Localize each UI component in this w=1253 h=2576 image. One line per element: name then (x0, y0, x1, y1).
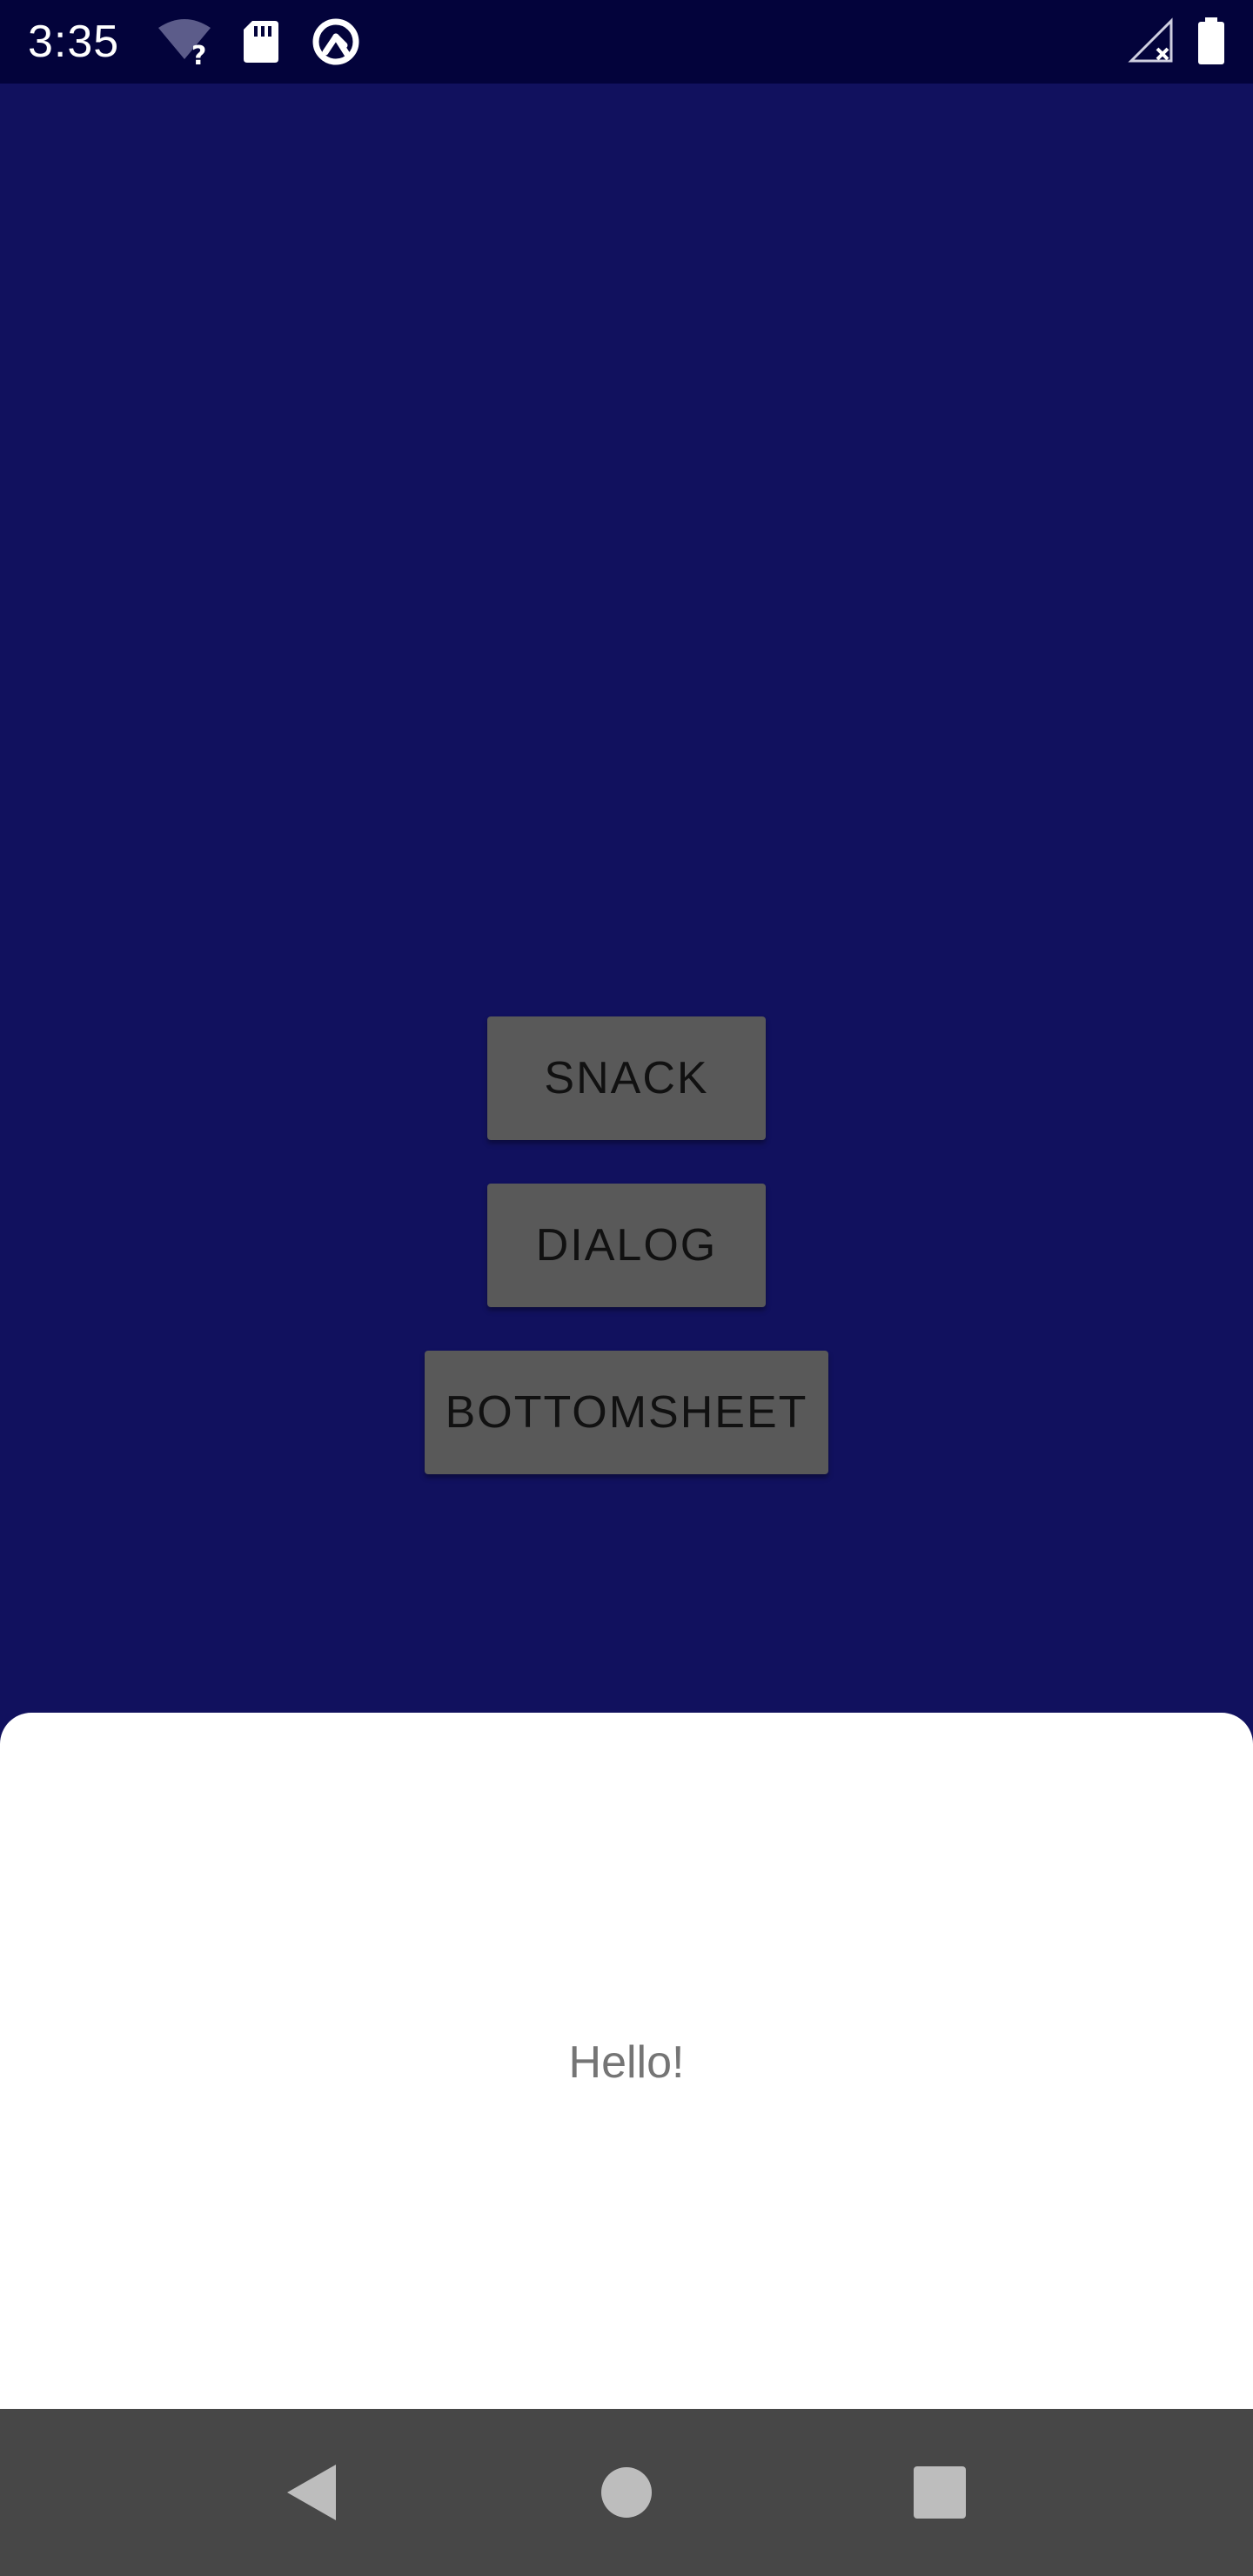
bottomsheet-button[interactable]: BOTTOMSHEET (425, 1351, 828, 1474)
status-bar: 3:35 ? (0, 0, 1253, 84)
home-icon[interactable] (592, 2458, 661, 2527)
dialog-button[interactable]: DIALOG (487, 1184, 766, 1307)
navigation-bar (0, 2409, 1253, 2576)
recents-icon[interactable] (905, 2458, 975, 2527)
battery-icon (1196, 16, 1227, 68)
bottom-sheet-message: Hello! (568, 2037, 685, 2088)
snack-button[interactable]: SNACK (487, 1016, 766, 1140)
bottom-sheet[interactable]: Hello! (0, 1713, 1253, 2409)
signal-off-icon (1128, 16, 1176, 68)
back-icon[interactable] (278, 2458, 348, 2527)
wifi-unknown-icon: ? (157, 16, 212, 68)
svg-text:?: ? (191, 41, 206, 68)
sync-icon (310, 16, 362, 68)
sd-card-icon (242, 16, 280, 68)
status-time: 3:35 (28, 17, 120, 67)
